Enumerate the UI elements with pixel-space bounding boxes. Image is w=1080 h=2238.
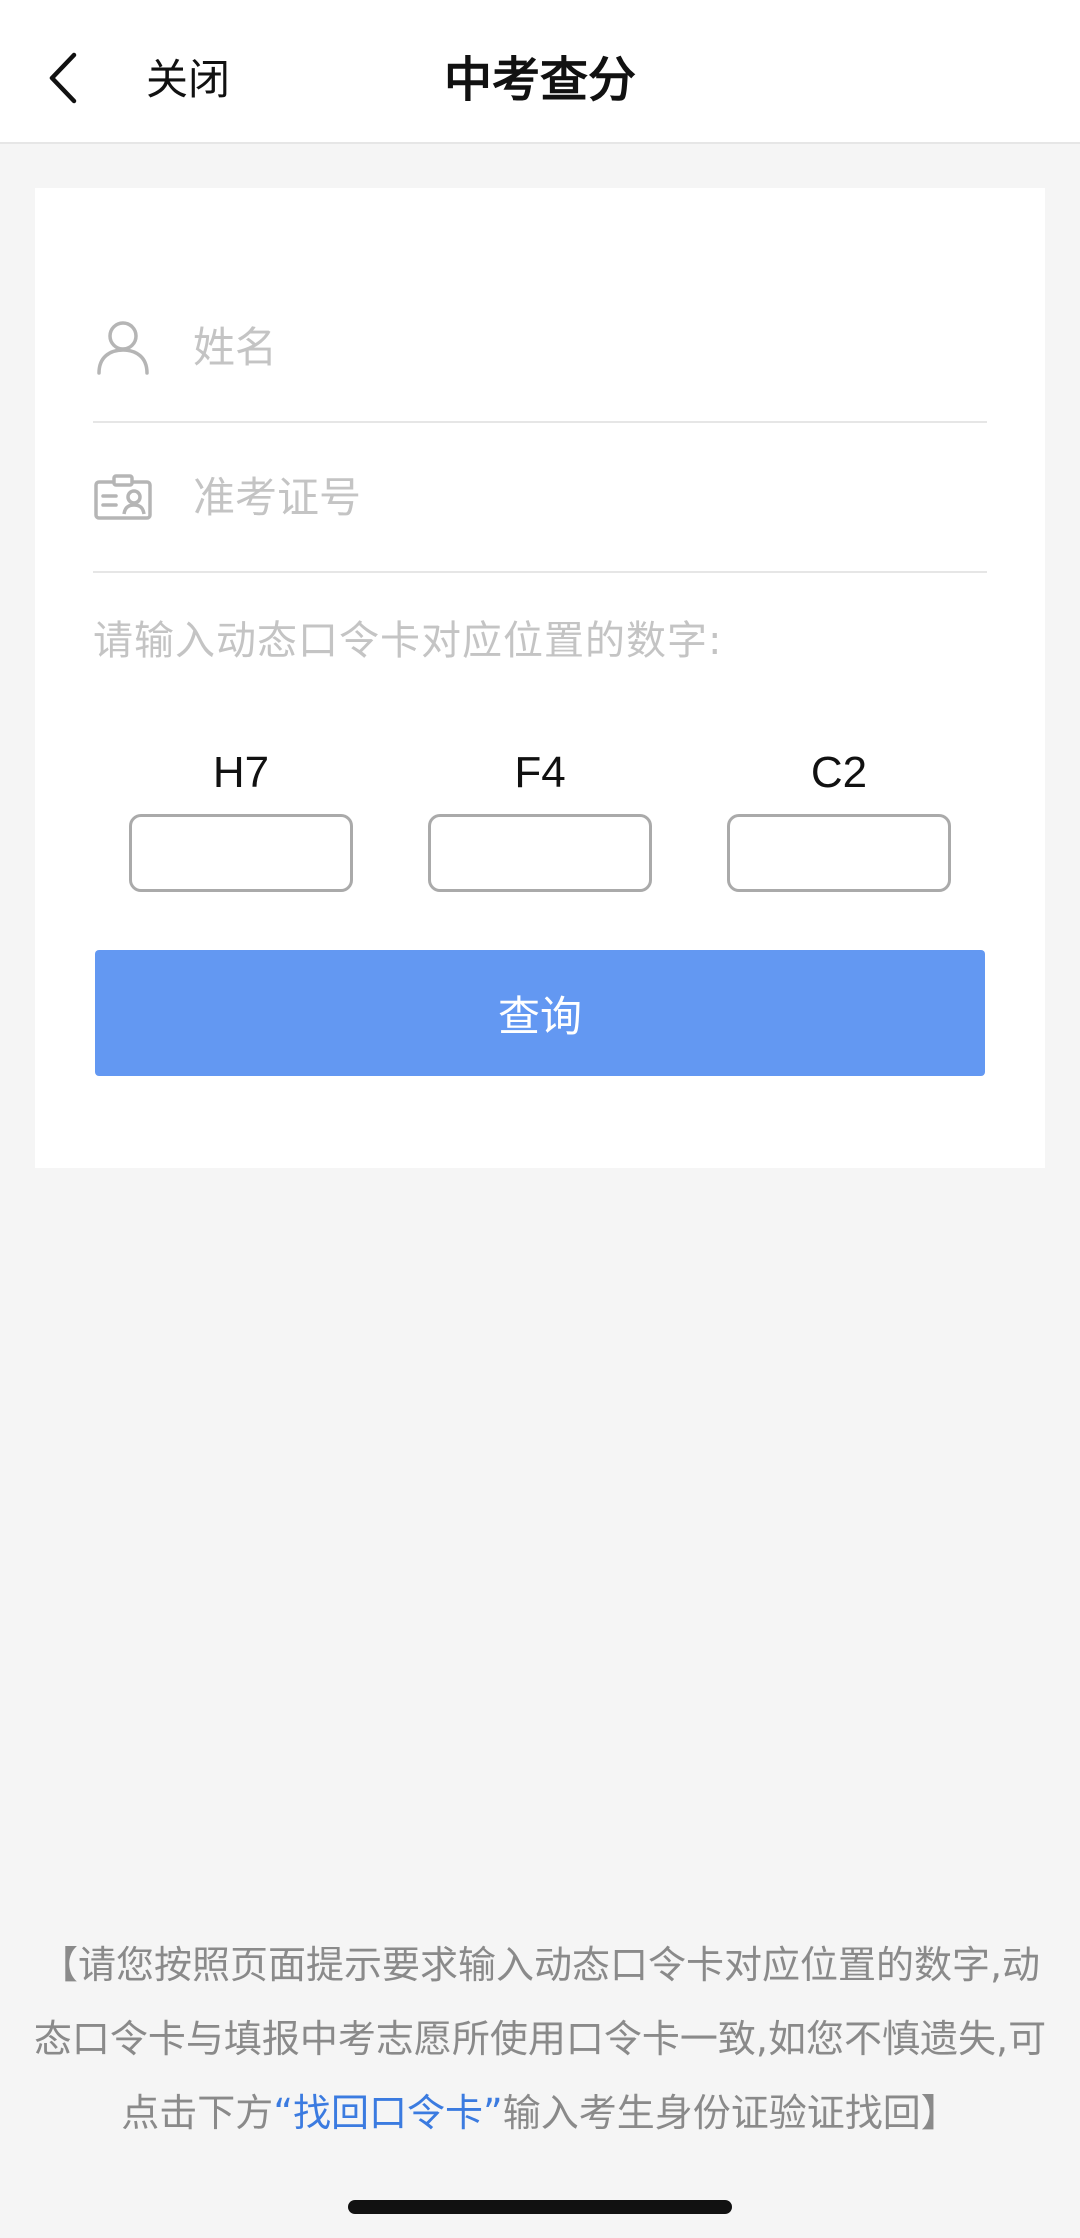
user-icon [93, 317, 153, 377]
recover-card-link[interactable]: “找回口令卡” [273, 2091, 502, 2135]
code-input-3[interactable] [727, 814, 951, 892]
ticket-row [93, 423, 987, 573]
query-form-card: 请输入动态口令卡对应位置的数字: H7 F4 C2 查询 [35, 188, 1045, 1168]
name-row [93, 273, 987, 423]
id-card-icon [93, 467, 153, 527]
notice-text: 【请您按照页面提示要求输入动态口令卡对应位置的数字,动态口令卡与填报中考志愿所使… [30, 1928, 1050, 2150]
code-label-3: C2 [810, 748, 868, 797]
code-input-1[interactable] [129, 814, 353, 892]
nav-bar: 关闭 中考查分 [0, 0, 1080, 144]
page-title: 中考查分 [443, 52, 636, 108]
ticket-number-input[interactable] [193, 472, 987, 522]
code-input-2[interactable] [428, 814, 652, 892]
notice-text-after: 输入考生身份证验证找回】 [502, 2091, 959, 2135]
name-input[interactable] [193, 322, 987, 372]
code-hint: 请输入动态口令卡对应位置的数字: [93, 618, 723, 664]
code-label-1: H7 [212, 748, 270, 797]
query-button[interactable]: 查询 [95, 950, 985, 1076]
code-label-2: F4 [514, 748, 566, 797]
home-indicator [348, 2200, 732, 2214]
